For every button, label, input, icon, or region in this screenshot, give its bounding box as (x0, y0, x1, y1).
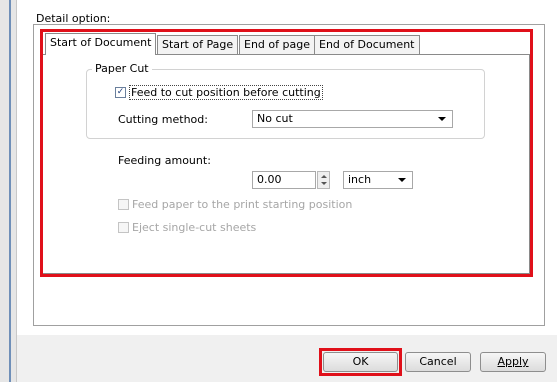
window-edge-stripe (9, 0, 11, 382)
apply-button-label: Apply (497, 355, 529, 368)
apply-button[interactable]: Apply (480, 352, 546, 372)
highlight-frame-options (40, 29, 533, 277)
cancel-button[interactable]: Cancel (405, 352, 471, 372)
highlight-frame-ok (319, 348, 402, 376)
